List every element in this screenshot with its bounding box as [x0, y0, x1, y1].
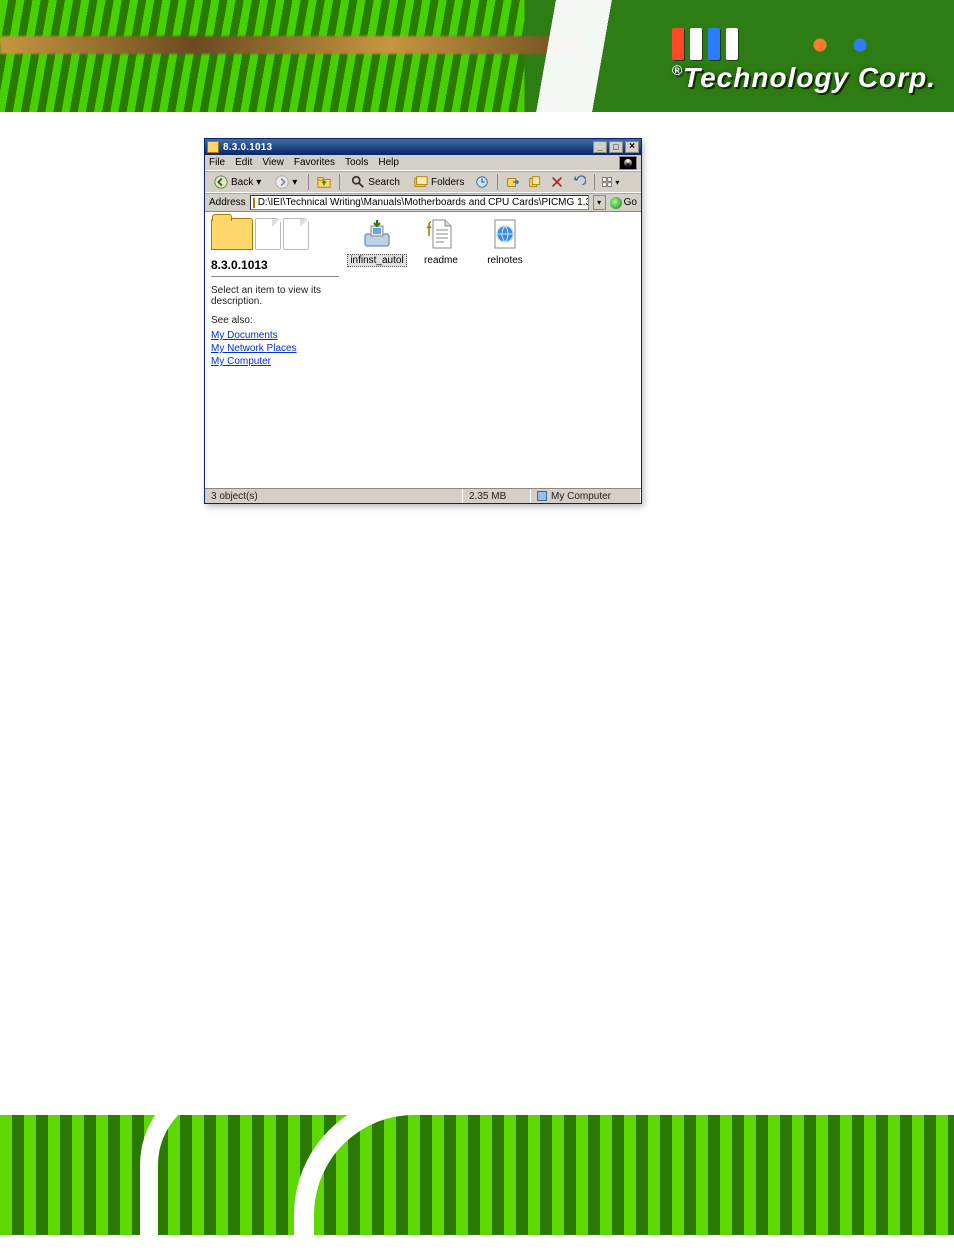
- link-my-documents[interactable]: My Documents: [211, 330, 339, 341]
- panel-divider: [211, 276, 339, 277]
- installer-icon: [361, 218, 393, 250]
- search-button[interactable]: Search: [346, 173, 405, 191]
- status-location: My Computer: [531, 489, 641, 503]
- file-caption: relnotes: [484, 254, 526, 267]
- panel-description: Select an item to view its description.: [211, 285, 339, 307]
- folder-up-icon: [317, 175, 331, 189]
- address-path: D:\IEI\Technical Writing\Manuals\Motherb…: [258, 197, 589, 208]
- toolbar-divider: [308, 174, 309, 190]
- file-caption: infinst_autol: [347, 254, 406, 267]
- forward-arrow-icon: [275, 175, 289, 189]
- history-icon: [475, 175, 489, 189]
- menu-file[interactable]: File: [209, 157, 225, 168]
- status-size: 2.35 MB: [463, 489, 531, 503]
- text-file-icon: [425, 218, 457, 250]
- copy-to-icon: [528, 175, 542, 189]
- delete-button[interactable]: [548, 173, 566, 191]
- window-title: 8.3.0.1013: [223, 142, 591, 153]
- search-icon: [351, 175, 365, 189]
- panel-see-also: See also:: [211, 315, 339, 326]
- address-label: Address: [209, 197, 246, 208]
- toolbar-divider: [339, 174, 340, 190]
- folder-info-panel: 8.3.0.1013 Select an item to view its de…: [205, 212, 345, 488]
- file-item[interactable]: readme: [413, 218, 469, 267]
- logo-bar: [726, 28, 738, 60]
- statusbar: 3 object(s) 2.35 MB My Computer: [205, 488, 641, 503]
- menu-favorites[interactable]: Favorites: [294, 157, 335, 168]
- document-icon: [255, 218, 281, 250]
- file-caption: readme: [421, 254, 461, 267]
- go-button[interactable]: Go: [610, 197, 637, 209]
- back-button[interactable]: Back ▾: [209, 173, 266, 191]
- explorer-window: 8.3.0.1013 _ □ × File Edit View Favorite…: [204, 138, 642, 504]
- delete-icon: [550, 175, 564, 189]
- page-footer-decor: [0, 1115, 954, 1235]
- maximize-button[interactable]: □: [609, 141, 623, 153]
- up-button[interactable]: [315, 173, 333, 191]
- link-my-computer[interactable]: My Computer: [211, 356, 339, 367]
- back-arrow-icon: [214, 175, 228, 189]
- logo-bar: [690, 28, 702, 60]
- minimize-button[interactable]: _: [593, 141, 607, 153]
- registered-mark: ®: [672, 62, 683, 78]
- address-dropdown[interactable]: ▾: [593, 195, 606, 210]
- back-label: Back: [231, 177, 253, 188]
- menu-edit[interactable]: Edit: [235, 157, 252, 168]
- folders-icon: [414, 175, 428, 189]
- menu-view[interactable]: View: [262, 157, 284, 168]
- menu-help[interactable]: Help: [378, 157, 399, 168]
- folders-label: Folders: [431, 177, 464, 188]
- history-button[interactable]: [473, 173, 491, 191]
- toolbar: Back ▾ ▾ Search Folders: [205, 171, 641, 193]
- chevron-down-icon: ▾: [256, 177, 261, 188]
- logo-bar: [672, 28, 684, 60]
- my-computer-icon: [537, 491, 547, 501]
- forward-button[interactable]: ▾: [270, 173, 302, 191]
- address-field[interactable]: D:\IEI\Technical Writing\Manuals\Motherb…: [250, 195, 589, 210]
- undo-button[interactable]: [570, 173, 588, 191]
- file-item[interactable]: relnotes: [477, 218, 533, 267]
- file-icon-area[interactable]: infinst_autol readme relnotes: [345, 212, 641, 488]
- addressbar: Address D:\IEI\Technical Writing\Manuals…: [205, 193, 641, 212]
- folders-button[interactable]: Folders: [409, 173, 469, 191]
- menubar: File Edit View Favorites Tools Help: [205, 155, 641, 171]
- menu-tools[interactable]: Tools: [345, 157, 368, 168]
- panel-illustration: [211, 218, 339, 250]
- html-file-icon: [489, 218, 521, 250]
- copy-to-button[interactable]: [526, 173, 544, 191]
- logo-bar: [708, 28, 720, 60]
- titlebar[interactable]: 8.3.0.1013 _ □ ×: [205, 139, 641, 155]
- status-objects: 3 object(s): [205, 489, 463, 503]
- go-label: Go: [624, 197, 637, 208]
- throbber-icon: [619, 156, 637, 170]
- document-icon: [283, 218, 309, 250]
- brand-text: Technology Corp.: [683, 62, 936, 93]
- close-button[interactable]: ×: [625, 141, 639, 153]
- go-icon: [610, 197, 622, 209]
- toolbar-divider: [497, 174, 498, 190]
- undo-icon: [572, 175, 586, 189]
- move-to-button[interactable]: [504, 173, 522, 191]
- views-button[interactable]: ▾: [601, 173, 619, 191]
- chevron-down-icon: ▾: [615, 178, 619, 187]
- status-location-label: My Computer: [551, 491, 611, 502]
- file-item[interactable]: infinst_autol: [349, 218, 405, 267]
- move-to-icon: [506, 175, 520, 189]
- search-label: Search: [368, 177, 400, 188]
- chevron-down-icon: ▾: [292, 177, 297, 188]
- link-my-network-places[interactable]: My Network Places: [211, 343, 339, 354]
- folder-icon: [253, 198, 255, 208]
- panel-heading: 8.3.0.1013: [211, 258, 339, 272]
- folder-icon: [207, 141, 219, 153]
- toolbar-divider: [594, 174, 595, 190]
- content-area: 8.3.0.1013 Select an item to view its de…: [205, 212, 641, 488]
- views-icon: [601, 175, 613, 189]
- folder-icon: [211, 218, 253, 250]
- brand-logo: ®Technology Corp.: [672, 28, 936, 94]
